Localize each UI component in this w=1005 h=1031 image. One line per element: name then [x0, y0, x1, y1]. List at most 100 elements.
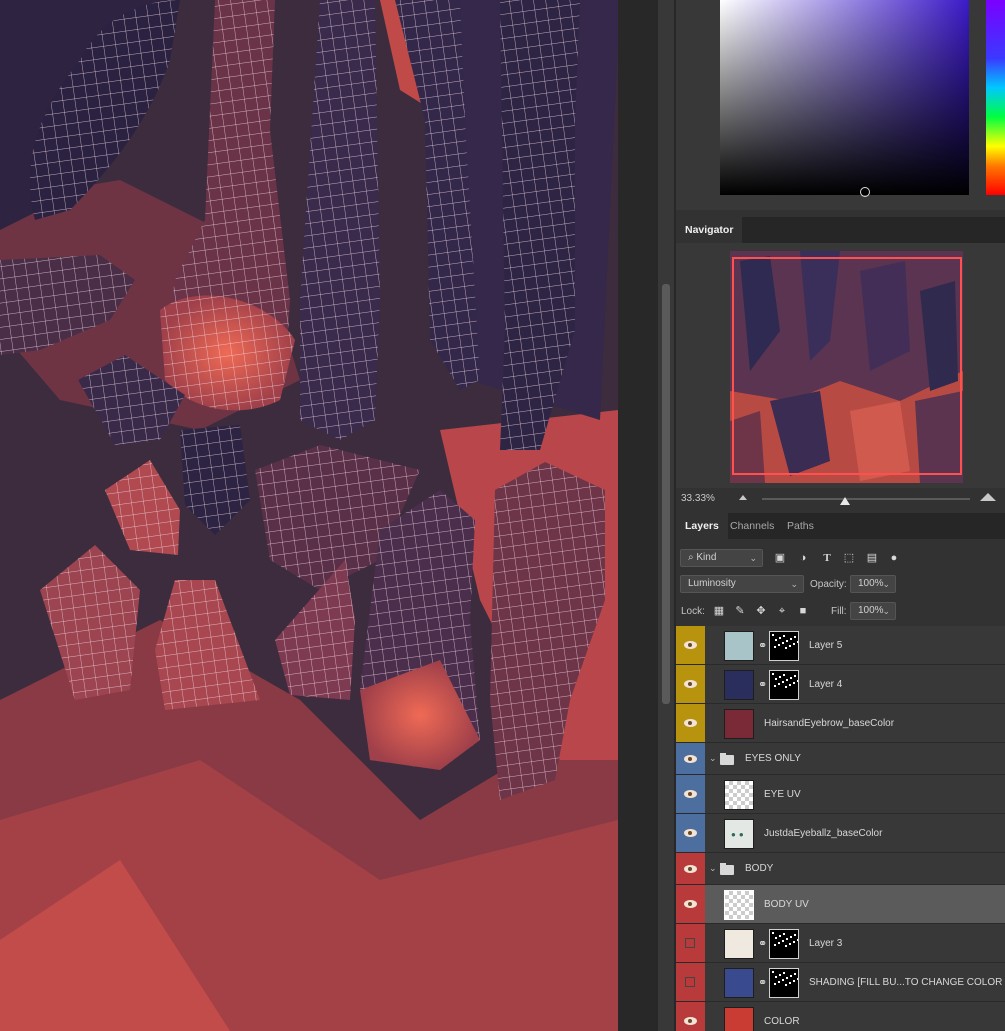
uv-texture-artwork: [0, 0, 618, 1031]
blend-mode-value: Luminosity: [688, 578, 736, 589]
layer-thumbnail[interactable]: [724, 928, 754, 959]
layer-thumbnail[interactable]: [724, 779, 754, 810]
folder-icon: [720, 753, 734, 765]
opacity-field[interactable]: 100% ⌄: [850, 575, 896, 593]
layer-row[interactable]: HairsandEyebrow_baseColor: [676, 704, 1005, 743]
color-cursor[interactable]: [860, 187, 870, 197]
mask-speck: [772, 931, 774, 934]
mask-speck: [774, 943, 776, 946]
layer-thumbnail[interactable]: [724, 669, 754, 700]
chevron-down-icon[interactable]: ⌄: [709, 863, 717, 874]
mask-speck: [789, 644, 791, 647]
link-icon[interactable]: ⚭: [758, 937, 767, 951]
layer-thumbnail[interactable]: [724, 889, 754, 920]
layer-mask-thumbnail[interactable]: [769, 928, 799, 959]
layer-thumbnail[interactable]: [724, 630, 754, 661]
chevron-down-icon: ⌄: [749, 553, 757, 563]
zoom-value[interactable]: 33.33%: [681, 493, 715, 504]
lock-position-icon[interactable]: ✥: [755, 605, 767, 617]
lock-all-icon[interactable]: ■: [797, 605, 809, 617]
link-icon[interactable]: ⚭: [758, 678, 767, 692]
document-canvas[interactable]: [0, 0, 618, 1031]
layer-name: Layer 5: [809, 639, 843, 651]
vertical-scrollbar-thumb[interactable]: [662, 284, 670, 704]
fill-label: Fill:: [831, 606, 847, 617]
eye-icon[interactable]: [684, 1017, 697, 1025]
mask-speck: [790, 935, 792, 938]
adjustment-filter-icon[interactable]: ◑: [797, 552, 809, 564]
tab-paths[interactable]: Paths: [778, 513, 823, 539]
navigator-view-box[interactable]: [732, 257, 962, 475]
mask-speck: [775, 975, 777, 978]
filter-row: ⌕ Kind ⌄ ▣ ◑ T ⬚ ▤ ●: [676, 545, 1005, 571]
chevron-down-icon: ⌄: [882, 579, 890, 589]
layer-name: JustdaEyeballz_baseColor: [764, 827, 883, 839]
layer-row[interactable]: BODY UV: [676, 885, 1005, 924]
mask-speck: [789, 683, 791, 686]
layer-name: EYE UV: [764, 788, 801, 800]
zoom-slider[interactable]: [762, 498, 970, 500]
visibility-off-icon[interactable]: [685, 977, 695, 987]
layer-row[interactable]: ⚭ Layer 4: [676, 665, 1005, 704]
layer-thumbnail[interactable]: [724, 708, 754, 739]
mask-speck: [797, 938, 798, 941]
eye-icon[interactable]: [684, 680, 697, 688]
zoom-in-icon[interactable]: [980, 493, 996, 501]
tab-channels[interactable]: Channels: [721, 513, 783, 539]
layer-mask-thumbnail[interactable]: [769, 669, 799, 700]
link-icon[interactable]: ⚭: [758, 976, 767, 990]
mask-speck: [782, 978, 784, 981]
layer-mask-thumbnail[interactable]: [769, 967, 799, 998]
layer-row[interactable]: EYE UV: [676, 775, 1005, 814]
filter-toggle-icon[interactable]: ●: [888, 552, 900, 564]
blend-mode-select[interactable]: Luminosity ⌄: [680, 575, 804, 593]
visibility-off-icon[interactable]: [685, 938, 695, 948]
lock-pixels-icon[interactable]: ✎: [734, 605, 746, 617]
shape-filter-icon[interactable]: ⬚: [843, 552, 855, 564]
filter-kind-select[interactable]: ⌕ Kind ⌄: [680, 549, 763, 567]
mask-speck: [785, 983, 787, 986]
mask-speck: [772, 970, 774, 973]
pixel-filter-icon[interactable]: ▣: [774, 552, 786, 564]
hue-slider[interactable]: [986, 0, 1005, 195]
zoom-out-icon[interactable]: [739, 495, 747, 500]
eye-icon[interactable]: [684, 829, 697, 837]
layer-row[interactable]: ⚭ Layer 5: [676, 626, 1005, 665]
mask-speck: [797, 679, 798, 682]
type-filter-icon[interactable]: T: [821, 552, 833, 564]
mask-speck: [793, 681, 795, 684]
layer-row[interactable]: ⚭ SHADING [FILL BU...TO CHANGE COLOR: [676, 963, 1005, 1002]
mask-speck: [785, 944, 787, 947]
eye-icon[interactable]: [684, 790, 697, 798]
layer-thumbnail[interactable]: ●●: [724, 818, 754, 849]
eye-icon[interactable]: [684, 719, 697, 727]
layer-thumbnail[interactable]: [724, 1006, 754, 1031]
lock-artboard-icon[interactable]: ⌖: [776, 605, 788, 617]
layer-name: EYES ONLY: [745, 753, 801, 764]
zoom-slider-knob[interactable]: [840, 497, 851, 505]
mask-speck: [789, 942, 791, 945]
layer-thumbnail[interactable]: [724, 967, 754, 998]
link-icon[interactable]: ⚭: [758, 639, 767, 653]
eye-icon[interactable]: [684, 754, 697, 763]
fill-field[interactable]: 100% ⌄: [850, 602, 896, 620]
layer-row[interactable]: ●● JustdaEyeballz_baseColor: [676, 814, 1005, 853]
eye-icon[interactable]: [684, 900, 697, 908]
layer-group-row[interactable]: ⌄ BODY: [676, 853, 1005, 885]
chevron-down-icon: ⌄: [882, 606, 890, 616]
eye-icon[interactable]: [684, 864, 697, 873]
layer-mask-thumbnail[interactable]: [769, 630, 799, 661]
tab-navigator[interactable]: Navigator: [676, 217, 743, 243]
smart-object-filter-icon[interactable]: ▤: [866, 552, 878, 564]
mask-speck: [775, 936, 777, 939]
eye-icon[interactable]: [684, 641, 697, 649]
mask-speck: [779, 636, 781, 639]
mask-speck: [790, 974, 792, 977]
layer-row[interactable]: COLOR: [676, 1002, 1005, 1031]
eye-dots: ●●: [731, 829, 747, 839]
layer-row[interactable]: ⚭ Layer 3: [676, 924, 1005, 963]
lock-transparency-icon[interactable]: ▦: [713, 605, 725, 617]
layer-group-row[interactable]: ⌄ EYES ONLY: [676, 743, 1005, 775]
saturation-value-field[interactable]: [720, 0, 969, 197]
chevron-down-icon[interactable]: ⌄: [709, 753, 717, 764]
